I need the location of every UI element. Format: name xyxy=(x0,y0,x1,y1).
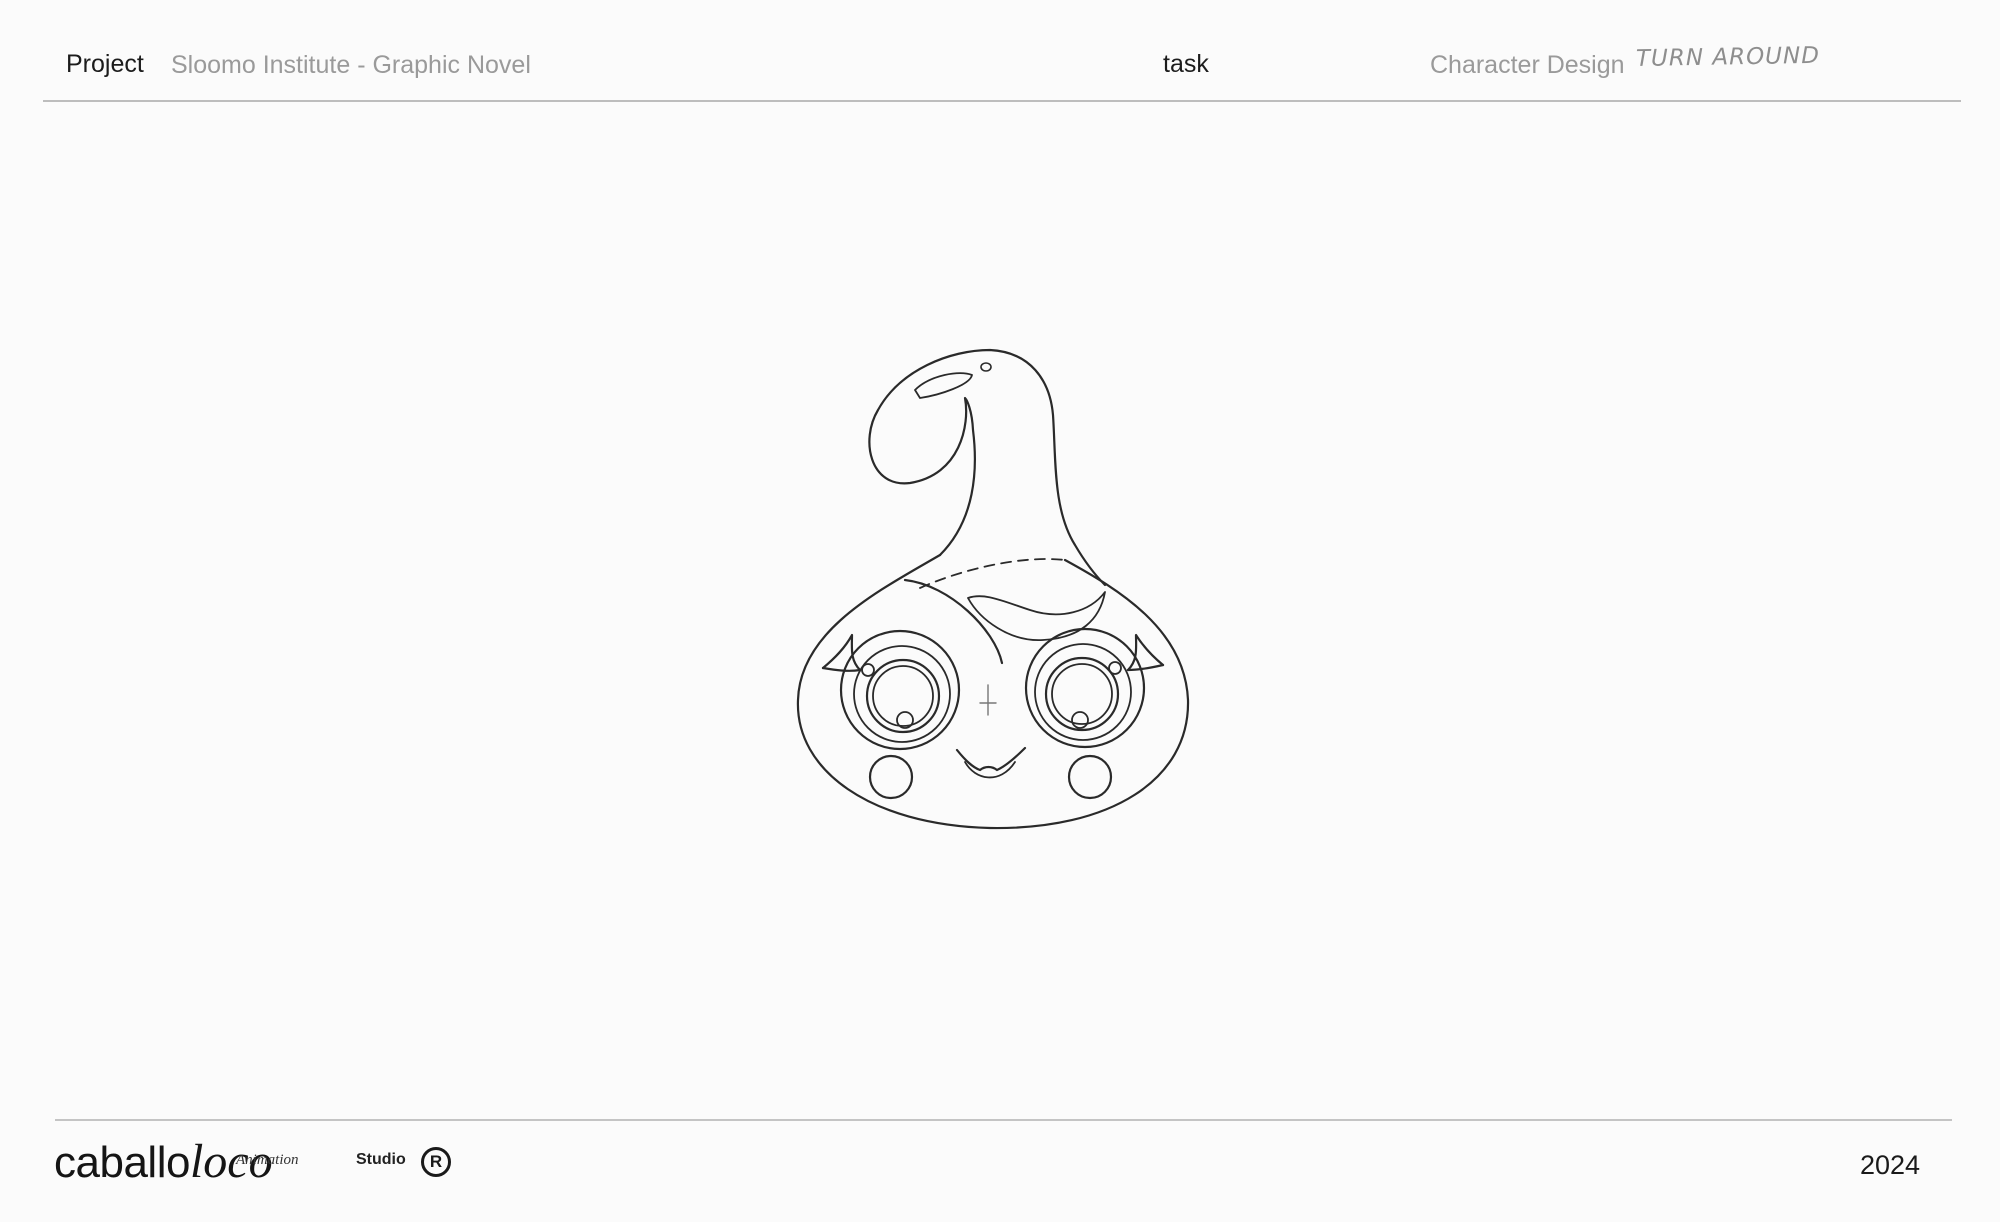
task-label: task xyxy=(1163,50,1209,78)
registered-icon: R xyxy=(421,1147,451,1177)
task-value: Character Design xyxy=(1430,51,1625,79)
logo-subtitle: Studio xyxy=(356,1151,406,1168)
logo-main-text: caballo xyxy=(54,1138,190,1187)
logo-subtitle-italic: Animation xyxy=(236,1152,299,1168)
character-sketch-svg xyxy=(796,348,1190,830)
page-header: Project Sloomo Institute - Graphic Novel… xyxy=(0,0,2000,102)
character-sketch xyxy=(760,330,1220,840)
footer-divider xyxy=(55,1119,1952,1121)
header-divider xyxy=(43,100,1961,102)
year-label: 2024 xyxy=(1860,1150,1921,1180)
task-note-handwritten: TURN AROUND xyxy=(1635,42,1821,72)
project-label: Project xyxy=(66,50,144,78)
project-value: Sloomo Institute - Graphic Novel xyxy=(171,51,531,79)
